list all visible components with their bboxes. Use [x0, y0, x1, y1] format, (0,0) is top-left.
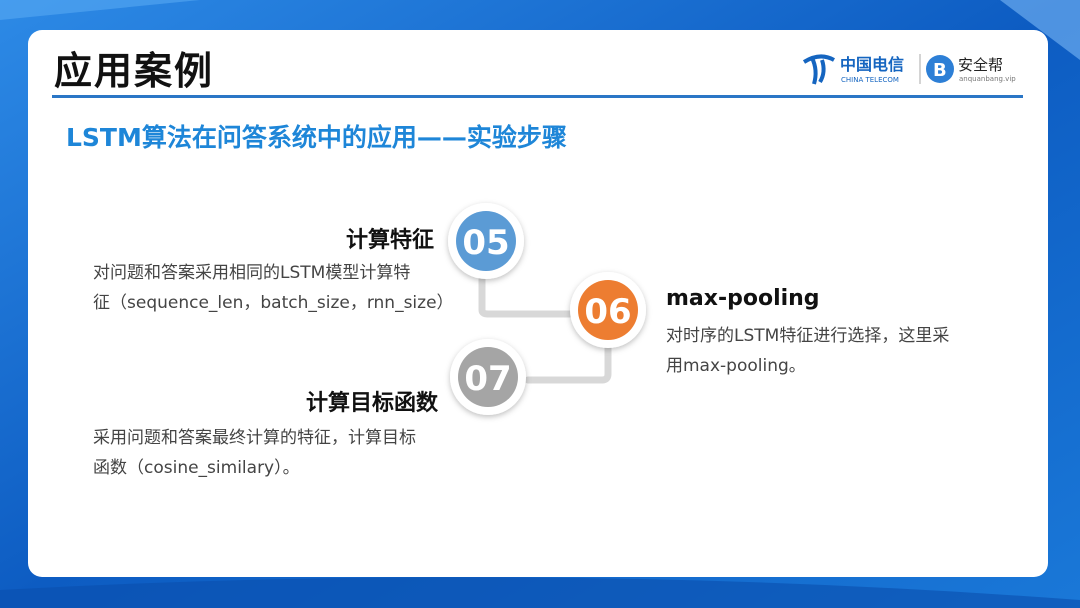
- connector-06-07: [524, 344, 612, 384]
- step-05-badge: 05: [448, 203, 524, 279]
- step-06-badge: 06: [570, 272, 646, 348]
- step-07-title: 计算目标函数: [305, 391, 438, 416]
- step-06-desc-line2: 用max-pooling。: [666, 356, 806, 376]
- step-06-title: max-pooling: [666, 286, 820, 311]
- step-07-badge: 07: [450, 339, 526, 415]
- step-06-number: 06: [584, 292, 631, 332]
- step-05-desc-line1: 对问题和答案采用相同的LSTM模型计算特: [93, 263, 411, 283]
- step-06-description: 对时序的LSTM特征进行选择，这里采 用max-pooling。: [666, 321, 949, 381]
- step-06-desc-line1: 对时序的LSTM特征进行选择，这里采: [666, 326, 950, 346]
- step-05-number: 05: [462, 223, 509, 263]
- step-05-title: 计算特征: [345, 228, 434, 253]
- step-07-number: 07: [464, 359, 511, 399]
- step-05-desc-line2: 征（sequence_len，batch_size，rnn_size）: [93, 293, 454, 313]
- step-07-desc-line1: 采用问题和答案最终计算的特征，计算目标: [93, 428, 416, 448]
- step-05-description: 对问题和答案采用相同的LSTM模型计算特 征（sequence_len，batc…: [93, 258, 454, 318]
- step-07-desc-line2: 函数（cosine_similary）。: [93, 458, 300, 478]
- slide-card: 应用案例 中国电信 CHINA TELECOM B 安全帮 anquanbang…: [28, 30, 1048, 577]
- step-07-description: 采用问题和答案最终计算的特征，计算目标 函数（cosine_similary）。: [93, 423, 416, 483]
